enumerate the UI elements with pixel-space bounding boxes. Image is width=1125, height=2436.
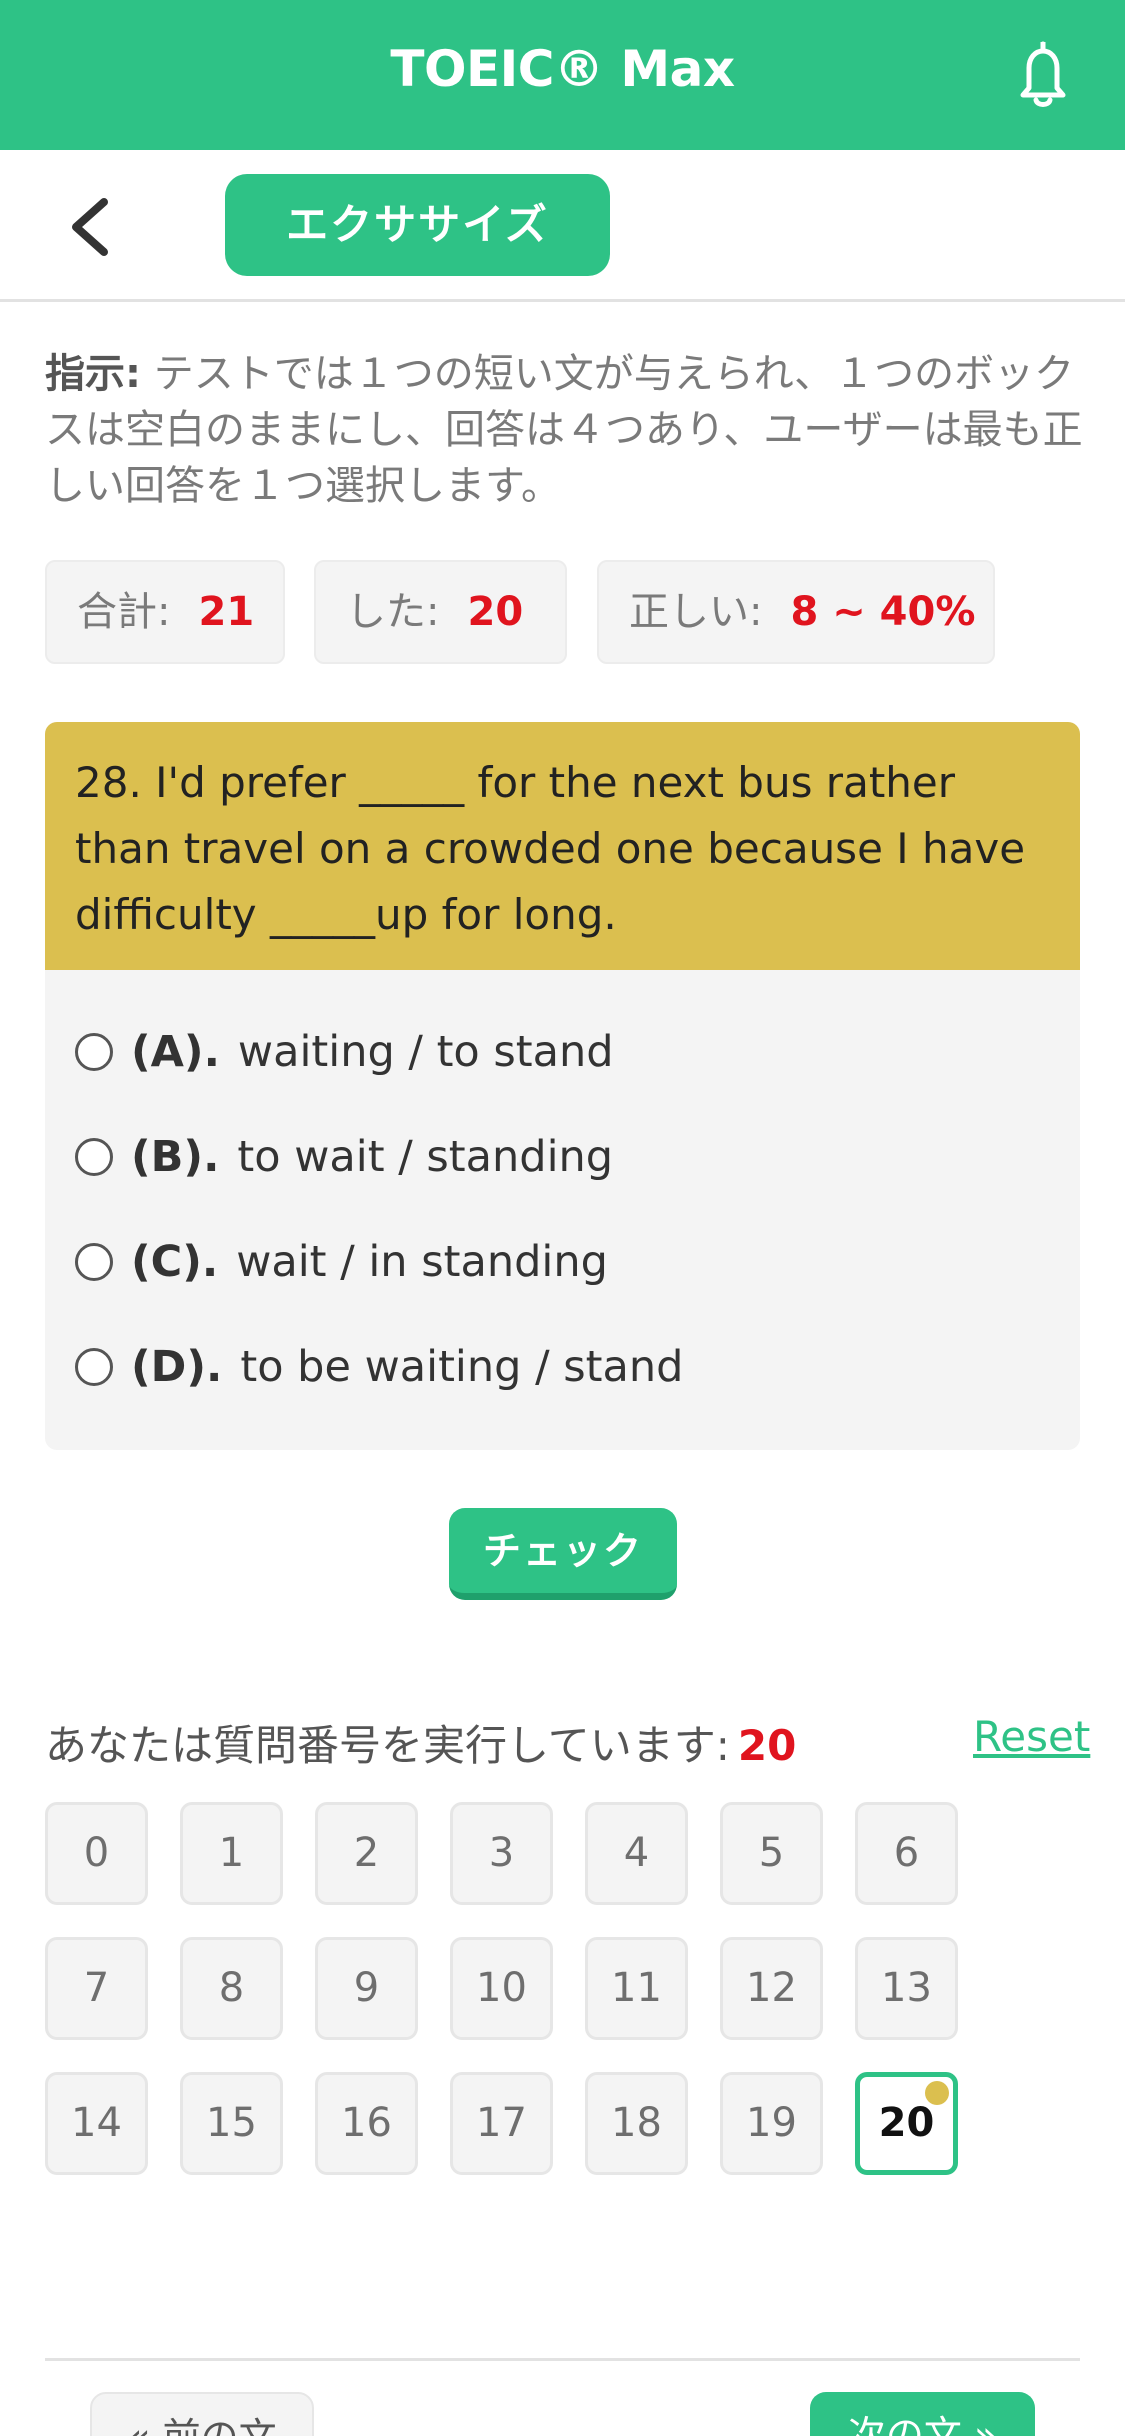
option-c[interactable]: (C). wait / in standing	[75, 1227, 608, 1297]
next-button[interactable]: 次の文 »	[810, 2392, 1035, 2436]
question-number-button[interactable]: 11	[585, 1937, 688, 2040]
stat-done-label: した:	[346, 589, 440, 635]
question-number-button[interactable]: 17	[450, 2072, 553, 2175]
divider	[45, 2358, 1080, 2361]
option-letter: (D).	[131, 1342, 223, 1392]
radio-button[interactable]	[75, 1348, 113, 1386]
progress-current: 20	[737, 1721, 797, 1770]
instructions: 指示: テストでは１つの短い文が与えられ、１つのボックスは空白のままにし、回答は…	[45, 346, 1085, 514]
sub-nav-bar: エクササイズ	[0, 150, 1125, 302]
app-bar: TOEIC® Max	[0, 0, 1125, 150]
tab-exercise[interactable]: エクササイズ	[225, 174, 610, 276]
option-letter: (A).	[131, 1027, 220, 1077]
question-number-button[interactable]: 13	[855, 1937, 958, 2040]
radio-button[interactable]	[75, 1243, 113, 1281]
stat-total-label: 合計:	[77, 589, 171, 635]
question-number-button[interactable]: 16	[315, 2072, 418, 2175]
radio-button[interactable]	[75, 1138, 113, 1176]
option-text: wait / in standing	[236, 1237, 608, 1287]
question-number-button[interactable]: 0	[45, 1802, 148, 1905]
chevron-left-icon[interactable]	[66, 194, 112, 260]
question-number-button[interactable]: 7	[45, 1937, 148, 2040]
question-number-button[interactable]: 3	[450, 1802, 553, 1905]
question-number-button[interactable]: 19	[720, 2072, 823, 2175]
stat-done: した: 20	[314, 560, 567, 664]
option-text: to be waiting / stand	[240, 1342, 684, 1392]
question-number-button[interactable]: 18	[585, 2072, 688, 2175]
question-number-button[interactable]: 9	[315, 1937, 418, 2040]
option-letter: (C).	[131, 1237, 219, 1287]
app-title: TOEIC® Max	[390, 40, 735, 98]
instructions-label: 指示:	[45, 351, 141, 397]
progress-label: あなたは質問番号を実行しています:	[45, 1721, 730, 1770]
stat-correct: 正しい: 8 ~ 40%	[597, 560, 995, 664]
stat-correct-label: 正しい:	[629, 589, 763, 635]
option-d[interactable]: (D). to be waiting / stand	[75, 1332, 683, 1402]
question-text: 28. I'd prefer _____ for the next bus ra…	[45, 722, 1080, 970]
bell-icon[interactable]	[1008, 38, 1078, 110]
stat-done-value: 20	[467, 589, 524, 635]
question-number-button[interactable]: 10	[450, 1937, 553, 2040]
stat-total-value: 21	[198, 589, 255, 635]
stat-total: 合計: 21	[45, 560, 285, 664]
stat-correct-value: 8 ~ 40%	[790, 589, 976, 635]
reset-link[interactable]: Reset	[973, 1712, 1090, 1761]
question-number-button[interactable]: 2	[315, 1802, 418, 1905]
question-number-button[interactable]: 20	[855, 2072, 958, 2175]
question-number-button[interactable]: 12	[720, 1937, 823, 2040]
check-button[interactable]: チェック	[449, 1508, 677, 1600]
question-number-button[interactable]: 6	[855, 1802, 958, 1905]
option-a[interactable]: (A). waiting / to stand	[75, 1017, 614, 1087]
instructions-text: テストでは１つの短い文が与えられ、１つのボックスは空白のままにし、回答は４つあり…	[45, 351, 1083, 509]
option-text: to wait / standing	[237, 1132, 614, 1182]
current-indicator-dot	[925, 2081, 949, 2105]
question-number-button[interactable]: 5	[720, 1802, 823, 1905]
option-text: waiting / to stand	[237, 1027, 614, 1077]
option-letter: (B).	[131, 1132, 220, 1182]
progress-indicator: あなたは質問番号を実行しています: 20	[45, 1712, 796, 1773]
radio-button[interactable]	[75, 1033, 113, 1071]
question-card: 28. I'd prefer _____ for the next bus ra…	[45, 722, 1080, 1450]
question-number-button[interactable]: 4	[585, 1802, 688, 1905]
question-number-button[interactable]: 14	[45, 2072, 148, 2175]
question-number-button[interactable]: 1	[180, 1802, 283, 1905]
option-b[interactable]: (B). to wait / standing	[75, 1122, 613, 1192]
previous-button[interactable]: « 前の文	[90, 2392, 314, 2436]
question-number-button[interactable]: 15	[180, 2072, 283, 2175]
question-number-button[interactable]: 8	[180, 1937, 283, 2040]
